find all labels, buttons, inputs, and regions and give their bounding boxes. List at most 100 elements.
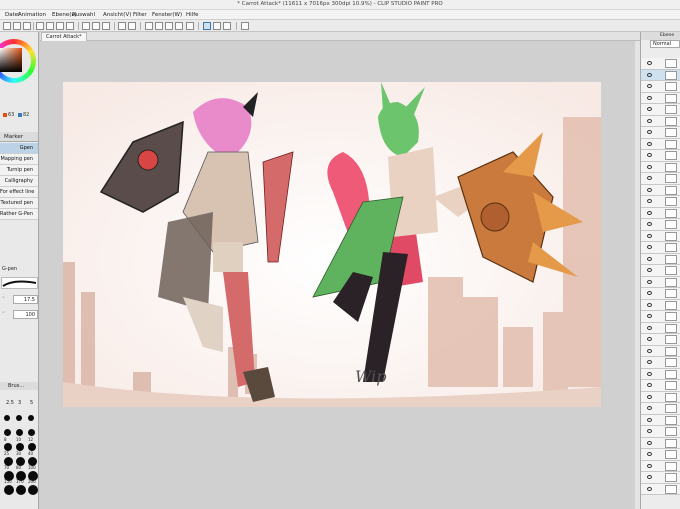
document-tab[interactable]: Carrot Attack* bbox=[41, 32, 87, 41]
subtool-tab[interactable]: Marker bbox=[0, 132, 38, 142]
layer-row[interactable] bbox=[641, 207, 680, 219]
layer-visibility-icon[interactable] bbox=[647, 417, 652, 422]
layer-visibility-icon[interactable] bbox=[647, 153, 652, 157]
subtool-item[interactable]: Turnip pen bbox=[0, 165, 38, 176]
blend-mode-select[interactable]: Normal bbox=[650, 40, 680, 48]
layer-visibility-icon[interactable] bbox=[647, 463, 652, 468]
layer-row[interactable] bbox=[641, 81, 680, 93]
artwork-canvas[interactable]: Wip bbox=[63, 82, 601, 407]
layer-row[interactable] bbox=[641, 253, 680, 265]
layer-visibility-icon[interactable] bbox=[647, 348, 652, 353]
layer-visibility-icon[interactable] bbox=[647, 176, 652, 180]
toolbar-button[interactable] bbox=[82, 22, 90, 30]
layer-row[interactable] bbox=[641, 357, 680, 369]
layer-row[interactable] bbox=[641, 104, 680, 116]
layer-visibility-icon[interactable] bbox=[647, 475, 652, 479]
subtool-item[interactable]: Mapping pen bbox=[0, 154, 38, 165]
brush-size-preset[interactable] bbox=[28, 443, 36, 451]
layer-row[interactable] bbox=[641, 460, 680, 472]
layer-row[interactable] bbox=[641, 449, 680, 461]
layer-row[interactable] bbox=[641, 288, 680, 300]
menu-item[interactable]: Filter bbox=[133, 12, 147, 18]
brush-size-preset[interactable] bbox=[28, 485, 38, 495]
layer-visibility-icon[interactable] bbox=[647, 141, 652, 146]
layer-row[interactable] bbox=[641, 380, 680, 392]
layer-visibility-icon[interactable] bbox=[647, 394, 652, 399]
layer-row[interactable] bbox=[641, 334, 680, 346]
layer-visibility-icon[interactable] bbox=[647, 210, 652, 215]
layer-row[interactable] bbox=[641, 219, 680, 231]
layer-row[interactable] bbox=[641, 127, 680, 139]
layer-visibility-icon[interactable] bbox=[647, 256, 652, 261]
layer-row[interactable] bbox=[641, 414, 680, 426]
toolbar-button[interactable] bbox=[128, 22, 136, 30]
layer-row[interactable] bbox=[641, 265, 680, 277]
toolbar-button[interactable] bbox=[155, 22, 163, 30]
menu-item[interactable]: Auswahl bbox=[72, 12, 95, 18]
layer-row[interactable] bbox=[641, 184, 680, 196]
layer-visibility-icon[interactable] bbox=[647, 164, 652, 169]
layer-visibility-icon[interactable] bbox=[647, 486, 652, 491]
toolbar-button[interactable] bbox=[223, 22, 231, 30]
layer-visibility-icon[interactable] bbox=[647, 291, 652, 295]
toolbar-button[interactable] bbox=[46, 22, 54, 30]
layer-visibility-icon[interactable] bbox=[647, 118, 652, 123]
brush-size-preset[interactable] bbox=[16, 485, 26, 495]
brush-size-tab[interactable]: Brus... bbox=[0, 382, 38, 390]
layer-row[interactable] bbox=[641, 196, 680, 208]
layer-visibility-icon[interactable] bbox=[647, 452, 652, 456]
layer-visibility-icon[interactable] bbox=[647, 107, 652, 111]
toolbar-button[interactable] bbox=[23, 22, 31, 30]
menu-item[interactable]: Hilfe bbox=[186, 12, 199, 18]
layer-row[interactable] bbox=[641, 437, 680, 449]
layer-visibility-icon[interactable] bbox=[647, 302, 652, 307]
brush-size-preset[interactable] bbox=[28, 429, 35, 436]
layer-row[interactable] bbox=[641, 299, 680, 311]
layer-visibility-icon[interactable] bbox=[647, 61, 652, 65]
toolbar-button[interactable] bbox=[145, 22, 153, 30]
toolbar-button[interactable] bbox=[165, 22, 173, 30]
layer-visibility-icon[interactable] bbox=[647, 84, 652, 88]
layer-row[interactable] bbox=[641, 150, 680, 162]
menu-item[interactable]: Animation bbox=[18, 12, 46, 18]
layer-row[interactable] bbox=[641, 69, 680, 81]
brush-size-preset[interactable] bbox=[16, 443, 24, 451]
layer-visibility-icon[interactable] bbox=[647, 72, 652, 77]
layer-visibility-icon[interactable] bbox=[647, 187, 652, 192]
layer-visibility-icon[interactable] bbox=[647, 233, 652, 238]
brush-size-preset[interactable] bbox=[4, 485, 14, 495]
toolbar-button[interactable] bbox=[241, 22, 249, 30]
layer-row[interactable] bbox=[641, 161, 680, 173]
layer-row[interactable] bbox=[641, 58, 680, 70]
toolbar-button[interactable] bbox=[203, 22, 211, 30]
layer-row[interactable] bbox=[641, 242, 680, 254]
toolbar-button[interactable] bbox=[175, 22, 183, 30]
layer-row[interactable] bbox=[641, 391, 680, 403]
toolbar-button[interactable] bbox=[13, 22, 21, 30]
layer-row[interactable] bbox=[641, 368, 680, 380]
layer-visibility-icon[interactable] bbox=[647, 222, 652, 226]
brush-size-preset[interactable] bbox=[16, 415, 22, 421]
brush-size-preset[interactable] bbox=[4, 429, 11, 436]
toolbar-button[interactable] bbox=[213, 22, 221, 30]
layer-row[interactable] bbox=[641, 92, 680, 104]
layer-row[interactable] bbox=[641, 403, 680, 415]
layer-row[interactable] bbox=[641, 138, 680, 150]
toolbar-button[interactable] bbox=[36, 22, 44, 30]
layer-row[interactable] bbox=[641, 115, 680, 127]
toolbar-button[interactable] bbox=[102, 22, 110, 30]
layer-visibility-icon[interactable] bbox=[647, 279, 652, 284]
layer-row[interactable] bbox=[641, 230, 680, 242]
sub-color-swatch[interactable] bbox=[17, 112, 22, 117]
layer-visibility-icon[interactable] bbox=[647, 383, 652, 387]
layer-visibility-icon[interactable] bbox=[647, 268, 652, 272]
toolbar-button[interactable] bbox=[66, 22, 74, 30]
layer-row[interactable] bbox=[641, 483, 680, 495]
layer-visibility-icon[interactable] bbox=[647, 371, 652, 376]
brush-size-preset[interactable] bbox=[16, 429, 23, 436]
layer-visibility-icon[interactable] bbox=[647, 95, 652, 100]
layer-row[interactable] bbox=[641, 311, 680, 323]
layer-visibility-icon[interactable] bbox=[647, 314, 652, 318]
brush-size-field[interactable]: 17.5 bbox=[13, 295, 38, 304]
layer-visibility-icon[interactable] bbox=[647, 199, 652, 203]
